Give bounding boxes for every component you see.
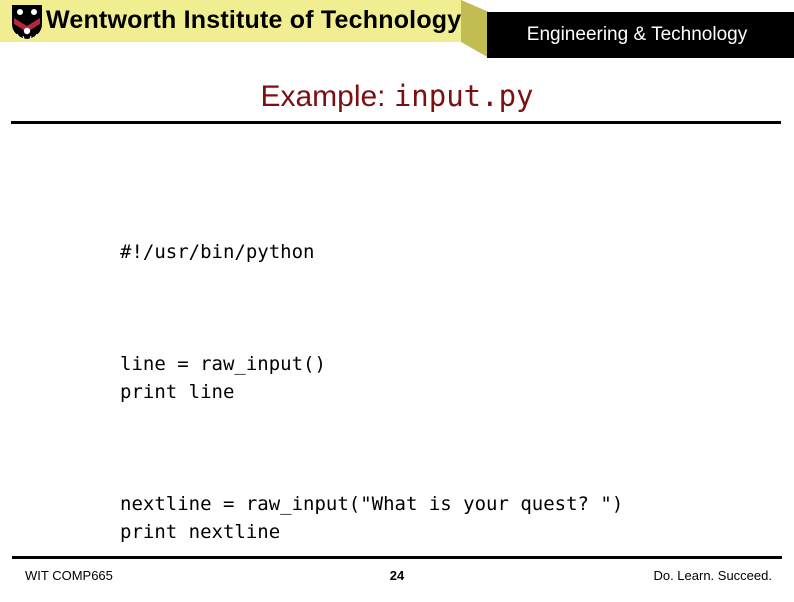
slide-header: Wentworth Institute of Technology Engine… — [0, 0, 794, 60]
slide-footer: WIT COMP665 24 Do. Learn. Succeed. — [0, 560, 794, 590]
code-block-readline: line = raw_input() print line — [120, 353, 326, 403]
footer-divider — [12, 556, 782, 559]
slide: Wentworth Institute of Technology Engine… — [0, 0, 794, 595]
institution-name: Wentworth Institute of Technology — [46, 6, 462, 34]
slide-title-area: Example: input.py — [0, 74, 794, 118]
page-title-filename: input.py — [393, 79, 534, 113]
footer-tagline: Do. Learn. Succeed. — [653, 568, 772, 583]
header-wedge-shape — [461, 0, 489, 58]
code-listing: #!/usr/bin/python line = raw_input() pri… — [120, 182, 623, 602]
page-title: Example: input.py — [260, 79, 534, 113]
code-block-shebang: #!/usr/bin/python — [120, 241, 315, 263]
department-name: Engineering & Technology — [526, 24, 748, 45]
title-divider — [11, 121, 781, 124]
wentworth-shield-crest-icon — [12, 5, 42, 40]
page-title-prefix: Example: — [260, 80, 394, 113]
code-block-prompt: nextline = raw_input("What is your quest… — [120, 493, 624, 543]
